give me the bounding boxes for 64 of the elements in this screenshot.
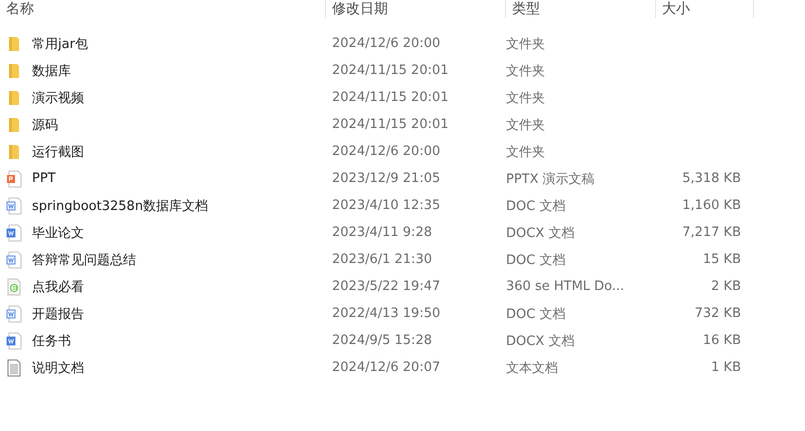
file-name[interactable]: 运行截图	[32, 142, 84, 160]
file-type: PPTX 演示文稿	[505, 170, 596, 188]
file-name[interactable]: PPT	[32, 171, 56, 186]
modified-date: 2024/11/15 20:01	[331, 117, 450, 132]
folder-icon	[6, 90, 22, 106]
file-name[interactable]: 数据库	[32, 62, 71, 80]
file-name[interactable]: 演示视频	[32, 88, 84, 106]
column-header[interactable]: 大小	[655, 0, 753, 18]
modified-date: 2024/9/5 15:28	[331, 333, 433, 348]
document-file-icon	[6, 224, 22, 242]
file-size: 1 KB	[711, 360, 741, 375]
file-type: 360 se HTML Do...	[505, 279, 626, 294]
file-name[interactable]: 说明文档	[32, 358, 84, 376]
modified-date: 2024/11/15 20:01	[331, 90, 450, 105]
file-name[interactable]: 源码	[32, 116, 58, 134]
modified-date: 2022/4/13 19:50	[331, 306, 442, 321]
presentation-file-icon	[6, 170, 22, 188]
modified-date: 2024/12/6 20:00	[331, 36, 442, 51]
file-size: 16 KB	[702, 333, 741, 348]
folder-icon	[6, 36, 22, 52]
folder-icon	[6, 116, 22, 132]
file-type: DOC 文档	[505, 198, 566, 214]
file-type: 文本文档	[505, 360, 559, 376]
file-size: 732 KB	[694, 306, 741, 321]
document-file-icon	[6, 250, 22, 268]
file-type: DOC 文档	[505, 252, 566, 268]
file-type: 文件夹	[505, 36, 546, 52]
modified-date: 2023/5/22 19:47	[331, 279, 442, 294]
text-file-icon	[6, 358, 22, 376]
file-type: 文件夹	[505, 116, 546, 134]
file-type: 文件夹	[505, 90, 546, 106]
file-size: 7,217 KB	[682, 225, 741, 240]
file-type: 文件夹	[505, 144, 546, 160]
document-file-icon	[6, 304, 22, 322]
file-name[interactable]: springboot3258n数据库文档	[32, 196, 208, 214]
file-size: 5,318 KB	[682, 171, 741, 186]
column-header[interactable]: 修改日期	[325, 0, 505, 18]
document-file-icon	[6, 332, 22, 350]
file-type: DOCX 文档	[505, 332, 576, 350]
file-name[interactable]: 任务书	[32, 332, 71, 350]
file-type: 文件夹	[505, 62, 546, 80]
file-type: DOC 文档	[505, 306, 566, 322]
file-name[interactable]: 开题报告	[32, 304, 84, 322]
folder-icon	[6, 144, 22, 160]
modified-date: 2023/4/11 9:28	[331, 225, 433, 240]
modified-date: 2023/4/10 12:35	[331, 198, 442, 213]
file-name[interactable]: 常用jar包	[32, 34, 88, 52]
file-size: 2 KB	[711, 279, 741, 294]
modified-date: 2023/6/1 21:30	[331, 252, 433, 267]
file-name[interactable]: 毕业论文	[32, 224, 84, 242]
folder-icon	[6, 62, 22, 78]
modified-date: 2024/12/6 20:00	[331, 144, 442, 159]
file-name[interactable]: 点我必看	[32, 278, 84, 296]
file-size: 15 KB	[702, 252, 741, 267]
column-header[interactable]: 类型	[505, 0, 655, 18]
web-file-icon	[6, 278, 22, 296]
modified-date: 2023/12/9 21:05	[331, 171, 442, 186]
modified-date: 2024/11/15 20:01	[331, 63, 450, 78]
column-header[interactable]: 名称	[0, 0, 325, 18]
file-type: DOCX 文档	[505, 224, 576, 242]
file-size: 1,160 KB	[682, 198, 741, 213]
file-name[interactable]: 答辩常见问题总结	[32, 250, 136, 268]
modified-date: 2024/12/6 20:07	[331, 360, 442, 375]
document-file-icon	[6, 196, 22, 214]
